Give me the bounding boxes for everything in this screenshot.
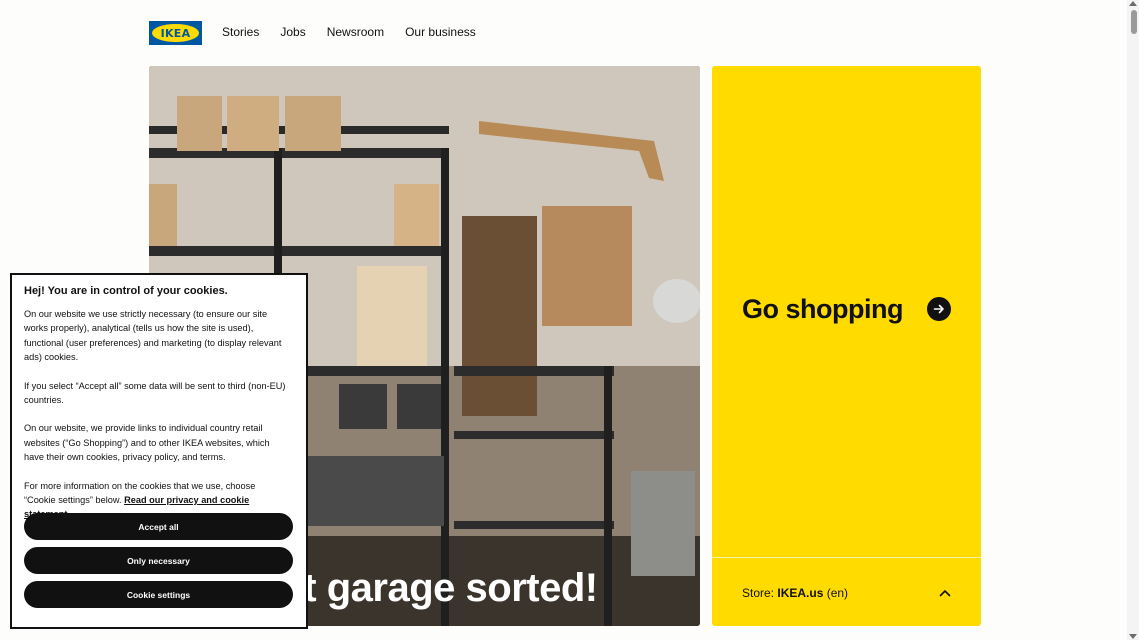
cookie-text-other-websites: On our website, we provide links to indi… — [24, 423, 270, 463]
arrow-right-icon[interactable] — [927, 297, 951, 321]
cookie-consent-dialog: Hej! You are in control of your cookies.… — [10, 273, 308, 629]
ikea-logo[interactable]: IKEA — [149, 21, 202, 45]
nav-newsroom[interactable]: Newsroom — [327, 25, 384, 39]
store-name: IKEA.us — [777, 586, 824, 600]
page-scrollbar[interactable] — [1127, 0, 1139, 640]
nav-our-business[interactable]: Our business — [405, 25, 476, 39]
go-shopping-title: Go shopping — [742, 294, 903, 324]
scroll-down-arrow-icon[interactable] — [1129, 634, 1137, 639]
main-nav: Stories Jobs Newsroom Our business — [222, 25, 476, 39]
chevron-up-icon[interactable] — [939, 586, 951, 600]
cookie-title: Hej! You are in control of your cookies. — [24, 285, 228, 297]
cookie-settings-button[interactable]: Cookie settings — [24, 581, 293, 608]
store-label: Store: IKEA.us (en) — [742, 586, 849, 600]
nav-jobs[interactable]: Jobs — [280, 25, 305, 39]
logo-oval: IKEA — [152, 24, 199, 42]
nav-stories[interactable]: Stories — [222, 25, 259, 39]
divider — [712, 557, 981, 558]
scroll-thumb[interactable] — [1131, 10, 1137, 34]
logo-text: IKEA — [160, 26, 191, 40]
accept-all-button[interactable]: Accept all — [24, 513, 293, 540]
cookie-text-third-countries: If you select “Accept all” some data wil… — [24, 380, 286, 406]
only-necessary-button[interactable]: Only necessary — [24, 547, 293, 574]
go-shopping-panel[interactable]: Go shopping Store: IKEA.us (en) — [712, 66, 981, 626]
store-selector[interactable]: Store: IKEA.us (en) — [742, 586, 951, 600]
cookie-text-usage: On our website we use strictly necessary… — [24, 309, 282, 363]
scroll-up-arrow-icon[interactable] — [1129, 1, 1137, 6]
